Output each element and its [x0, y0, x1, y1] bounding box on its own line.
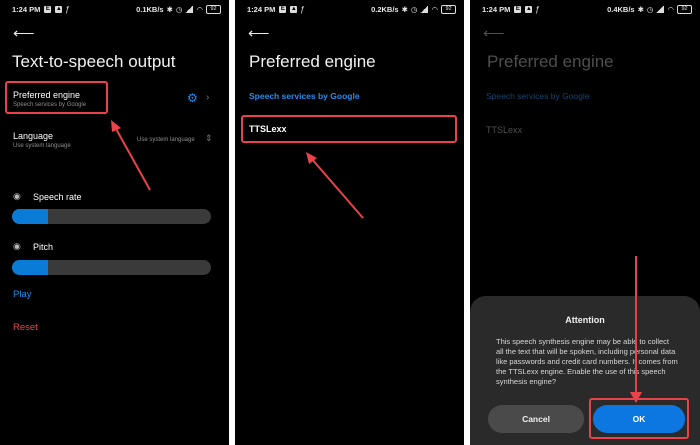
- tts-output-screen: 1:24 PM E ▲ ƒ 0.1KB/s ✱ ◷ ◠ 92 ⟵ Text-to…: [0, 0, 229, 445]
- confirm-engine-screen: 1:24 PM E ▲ ƒ 0.4KB/s ✱ ◷ ◠ 92 ⟵ Preferr…: [470, 0, 700, 445]
- annotation-arrow: [630, 256, 642, 403]
- annotation-arrow: [306, 152, 364, 219]
- preferred-engine-screen: 1:24 PM E ▲ ƒ 0.2KB/s ✱ ◷ ◠ 92 ⟵ Preferr…: [235, 0, 464, 445]
- annotation-arrow: [111, 120, 151, 191]
